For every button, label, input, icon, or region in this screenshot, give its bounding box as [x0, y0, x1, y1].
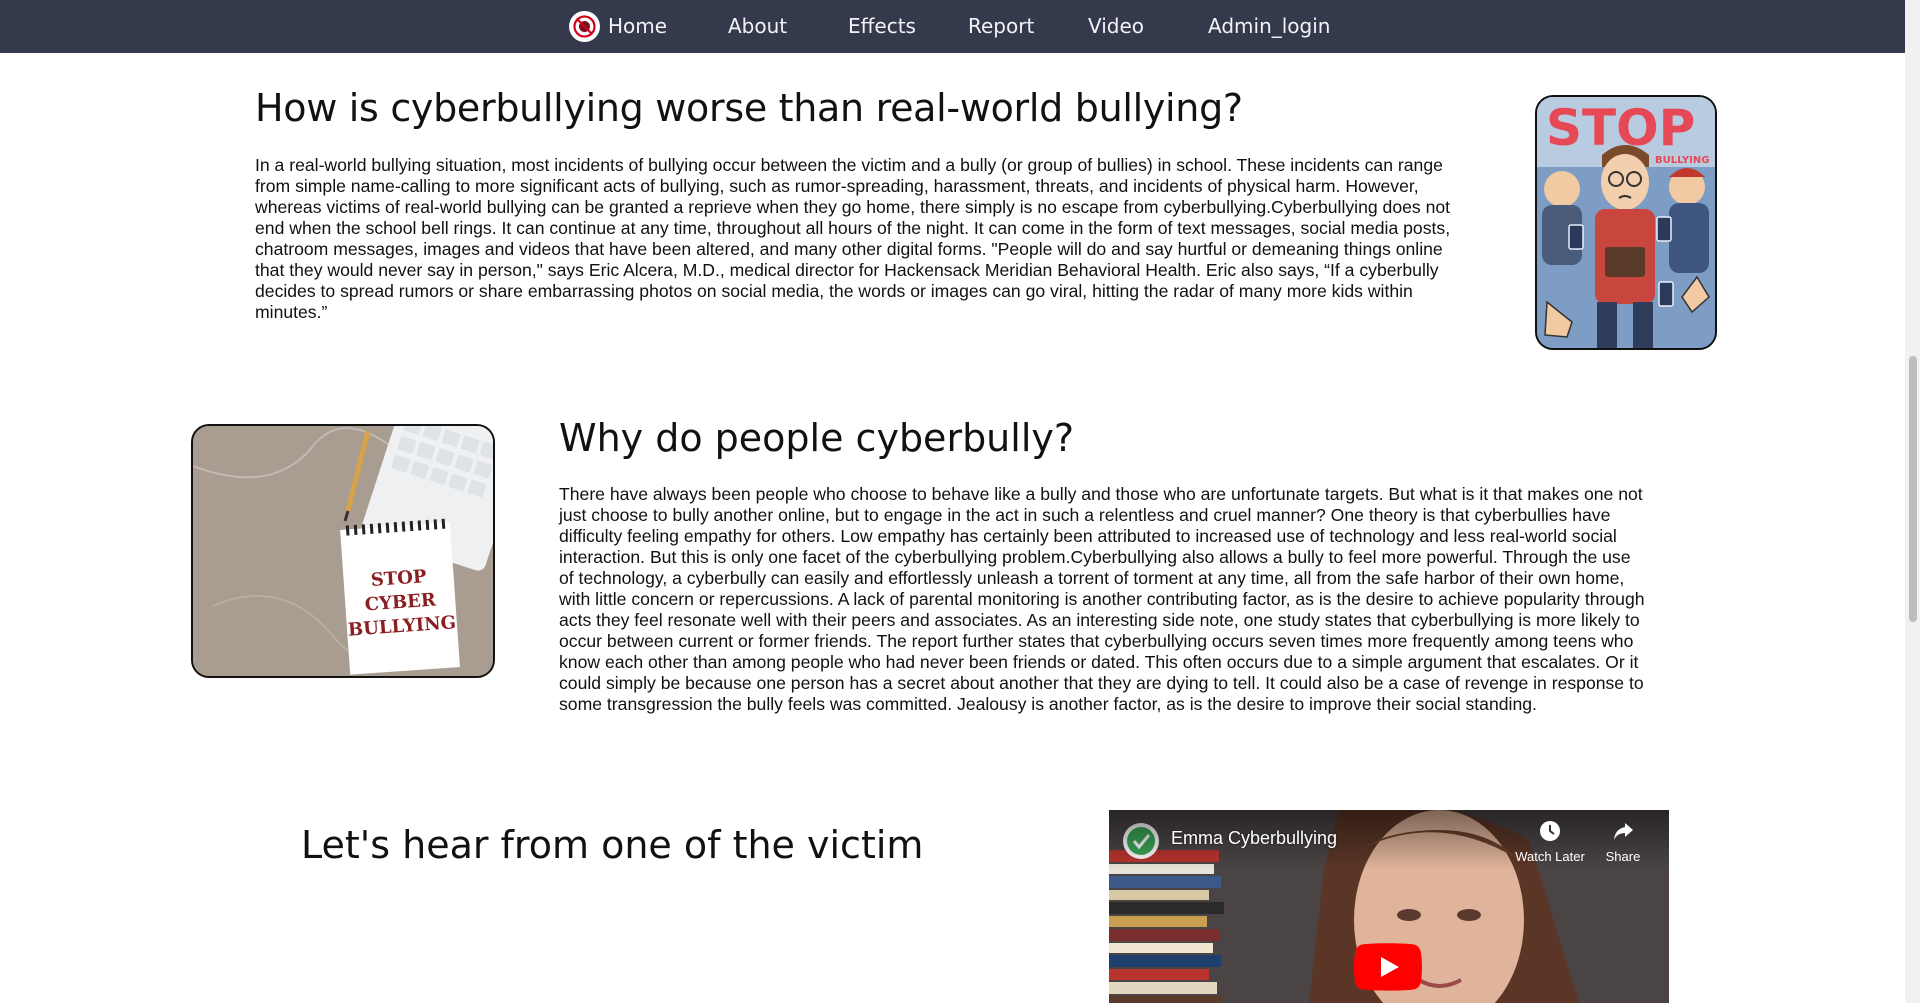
section-heading-worse-than-bullying: How is cyberbullying worse than real-wor… — [255, 86, 1243, 130]
site-logo-icon — [569, 11, 600, 42]
stop-bullying-illustration: STOP BULLYING — [1535, 95, 1717, 350]
section-heading-why-cyberbully: Why do people cyberbully? — [559, 416, 1075, 460]
watch-later-label: Watch Later — [1515, 849, 1585, 864]
section-paragraph-why-cyberbully: There have always been people who choose… — [559, 484, 1645, 714]
share-arrow-icon — [1614, 823, 1633, 840]
section-paragraph-worse-than-bullying: In a real-world bullying situation, most… — [255, 155, 1451, 322]
watch-later-button[interactable]: Watch Later — [1510, 820, 1590, 864]
top-navbar: Home About Effects Report Video Admin_lo… — [0, 0, 1905, 53]
vertical-scrollbar[interactable] — [1905, 0, 1920, 1003]
nav-report-link[interactable]: Report — [968, 0, 1034, 53]
share-button[interactable]: Share — [1583, 820, 1663, 864]
stop-text: STOP — [1546, 99, 1695, 157]
section-heading-victim-video: Let's hear from one of the victim — [301, 823, 924, 867]
nav-video-link[interactable]: Video — [1088, 0, 1144, 53]
note-line-stop: STOP — [370, 566, 427, 591]
nav-effects-link[interactable]: Effects — [848, 0, 916, 53]
nav-admin-login-link[interactable]: Admin_login — [1208, 0, 1330, 53]
share-label: Share — [1605, 849, 1641, 864]
video-title[interactable]: Emma Cyberbullying — [1171, 828, 1337, 849]
nav-home-label: Home — [608, 14, 668, 38]
nav-home-link[interactable]: Home — [569, 0, 667, 53]
page: Home About Effects Report Video Admin_lo… — [0, 0, 1920, 1003]
clock-icon — [1540, 821, 1560, 841]
bullying-text: BULLYING — [1655, 155, 1709, 166]
nav-about-link[interactable]: About — [728, 0, 787, 53]
stop-cyber-bullying-notebook-image: STOP CYBER BULLYING — [191, 424, 495, 678]
embedded-video-player[interactable]: Emma Cyberbullying Watch Later Share — [1109, 810, 1669, 1003]
play-button-icon[interactable] — [1354, 943, 1422, 991]
scrollbar-thumb[interactable] — [1909, 356, 1917, 622]
